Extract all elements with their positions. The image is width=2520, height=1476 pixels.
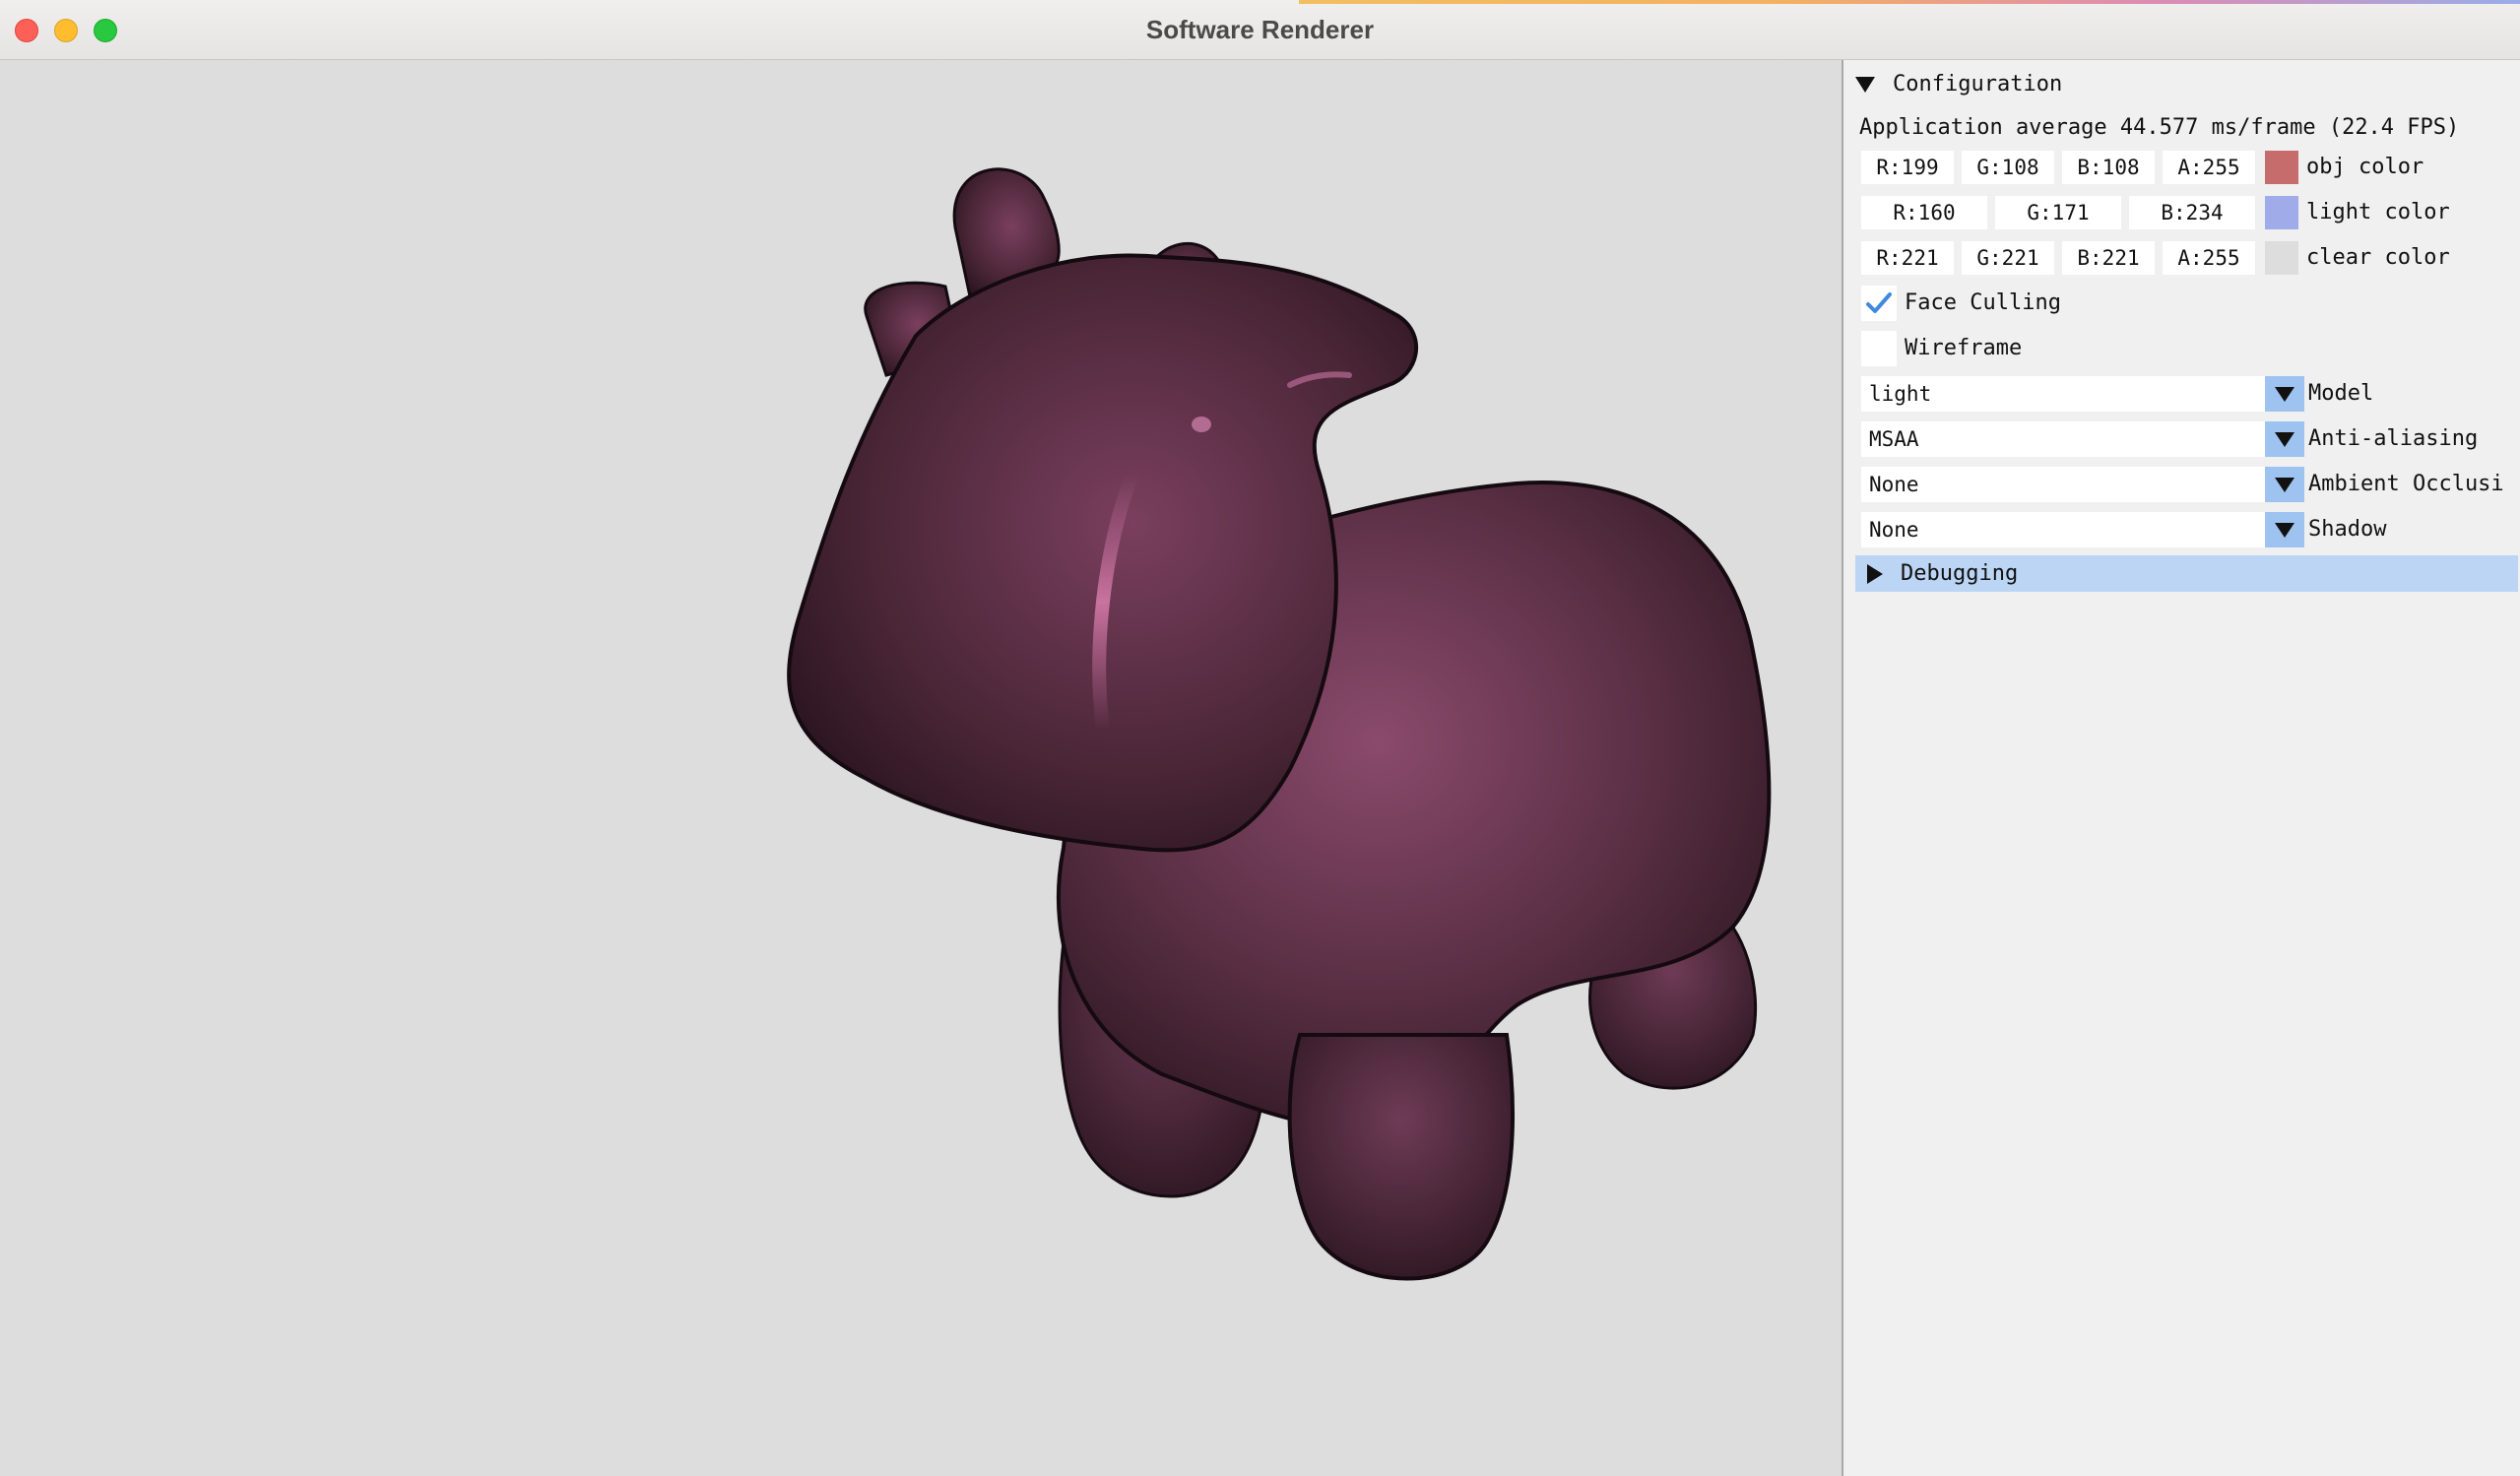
obj-color-g-field[interactable]: G:108 [1962, 151, 2054, 184]
anti-aliasing-select[interactable]: MSAA [1861, 421, 2265, 457]
debugging-header[interactable]: Debugging [1855, 555, 2518, 592]
window-title: Software Renderer [1145, 15, 1375, 44]
light-color-b-field[interactable]: B:234 [2129, 196, 2255, 229]
clear-color-label: clear color [2306, 245, 2450, 270]
anti-aliasing-label: Anti-aliasing [2308, 426, 2479, 451]
face-culling-checkbox[interactable] [1861, 286, 1897, 321]
shadow-dropdown-button[interactable] [2265, 512, 2304, 547]
ambient-occlusion-dropdown-button[interactable] [2265, 467, 2304, 502]
configuration-header-label: Configuration [1893, 72, 2063, 96]
wireframe-label: Wireframe [1905, 336, 2023, 360]
chevron-down-icon [2275, 523, 2294, 538]
checkmark-icon [1866, 292, 1892, 313]
ambient-occlusion-label: Ambient Occlusi [2308, 472, 2504, 496]
chevron-down-icon [2275, 432, 2294, 447]
clear-color-g-field[interactable]: G:221 [1962, 241, 2054, 275]
shadow-label: Shadow [2308, 517, 2387, 542]
cow-model-render [787, 167, 1772, 1281]
clear-color-r-field[interactable]: R:221 [1861, 241, 1954, 275]
model-dropdown-button[interactable] [2265, 376, 2304, 412]
obj-color-b-field[interactable]: B:108 [2062, 151, 2155, 184]
obj-color-swatch[interactable] [2265, 151, 2298, 184]
debugging-header-label: Debugging [1901, 561, 2019, 586]
model-select[interactable]: light [1861, 376, 2265, 412]
imgui-config-panel: Configuration Application average 44.577… [1842, 60, 2520, 1476]
expand-arrow-icon [1867, 564, 1883, 584]
fps-text: Application average 44.577 ms/frame (22.… [1859, 115, 2460, 140]
wireframe-checkbox[interactable] [1861, 331, 1897, 366]
render-viewport[interactable] [0, 60, 1842, 1476]
ambient-occlusion-select[interactable]: None [1861, 467, 2265, 502]
obj-color-r-field[interactable]: R:199 [1861, 151, 1954, 184]
clear-color-b-field[interactable]: B:221 [2062, 241, 2155, 275]
light-color-g-field[interactable]: G:171 [1995, 196, 2121, 229]
model-label: Model [2308, 381, 2374, 406]
configuration-header[interactable]: Configuration [1855, 68, 2062, 101]
shadow-select[interactable]: None [1861, 512, 2265, 547]
obj-color-a-field[interactable]: A:255 [2163, 151, 2255, 184]
collapse-arrow-icon [1855, 77, 1875, 93]
face-culling-label: Face Culling [1905, 290, 2061, 315]
chevron-down-icon [2275, 387, 2294, 402]
chevron-down-icon [2275, 478, 2294, 492]
light-color-swatch[interactable] [2265, 196, 2298, 229]
light-color-r-field[interactable]: R:160 [1861, 196, 1987, 229]
light-color-label: light color [2306, 200, 2450, 225]
obj-color-label: obj color [2306, 155, 2424, 179]
anti-aliasing-dropdown-button[interactable] [2265, 421, 2304, 457]
title-bar[interactable]: Software Renderer [0, 0, 2520, 60]
clear-color-swatch[interactable] [2265, 241, 2298, 275]
app-window: Software Renderer Configuration Applicat… [0, 0, 2520, 1476]
cow-front-leg [1287, 1033, 1515, 1281]
clear-color-a-field[interactable]: A:255 [2163, 241, 2255, 275]
